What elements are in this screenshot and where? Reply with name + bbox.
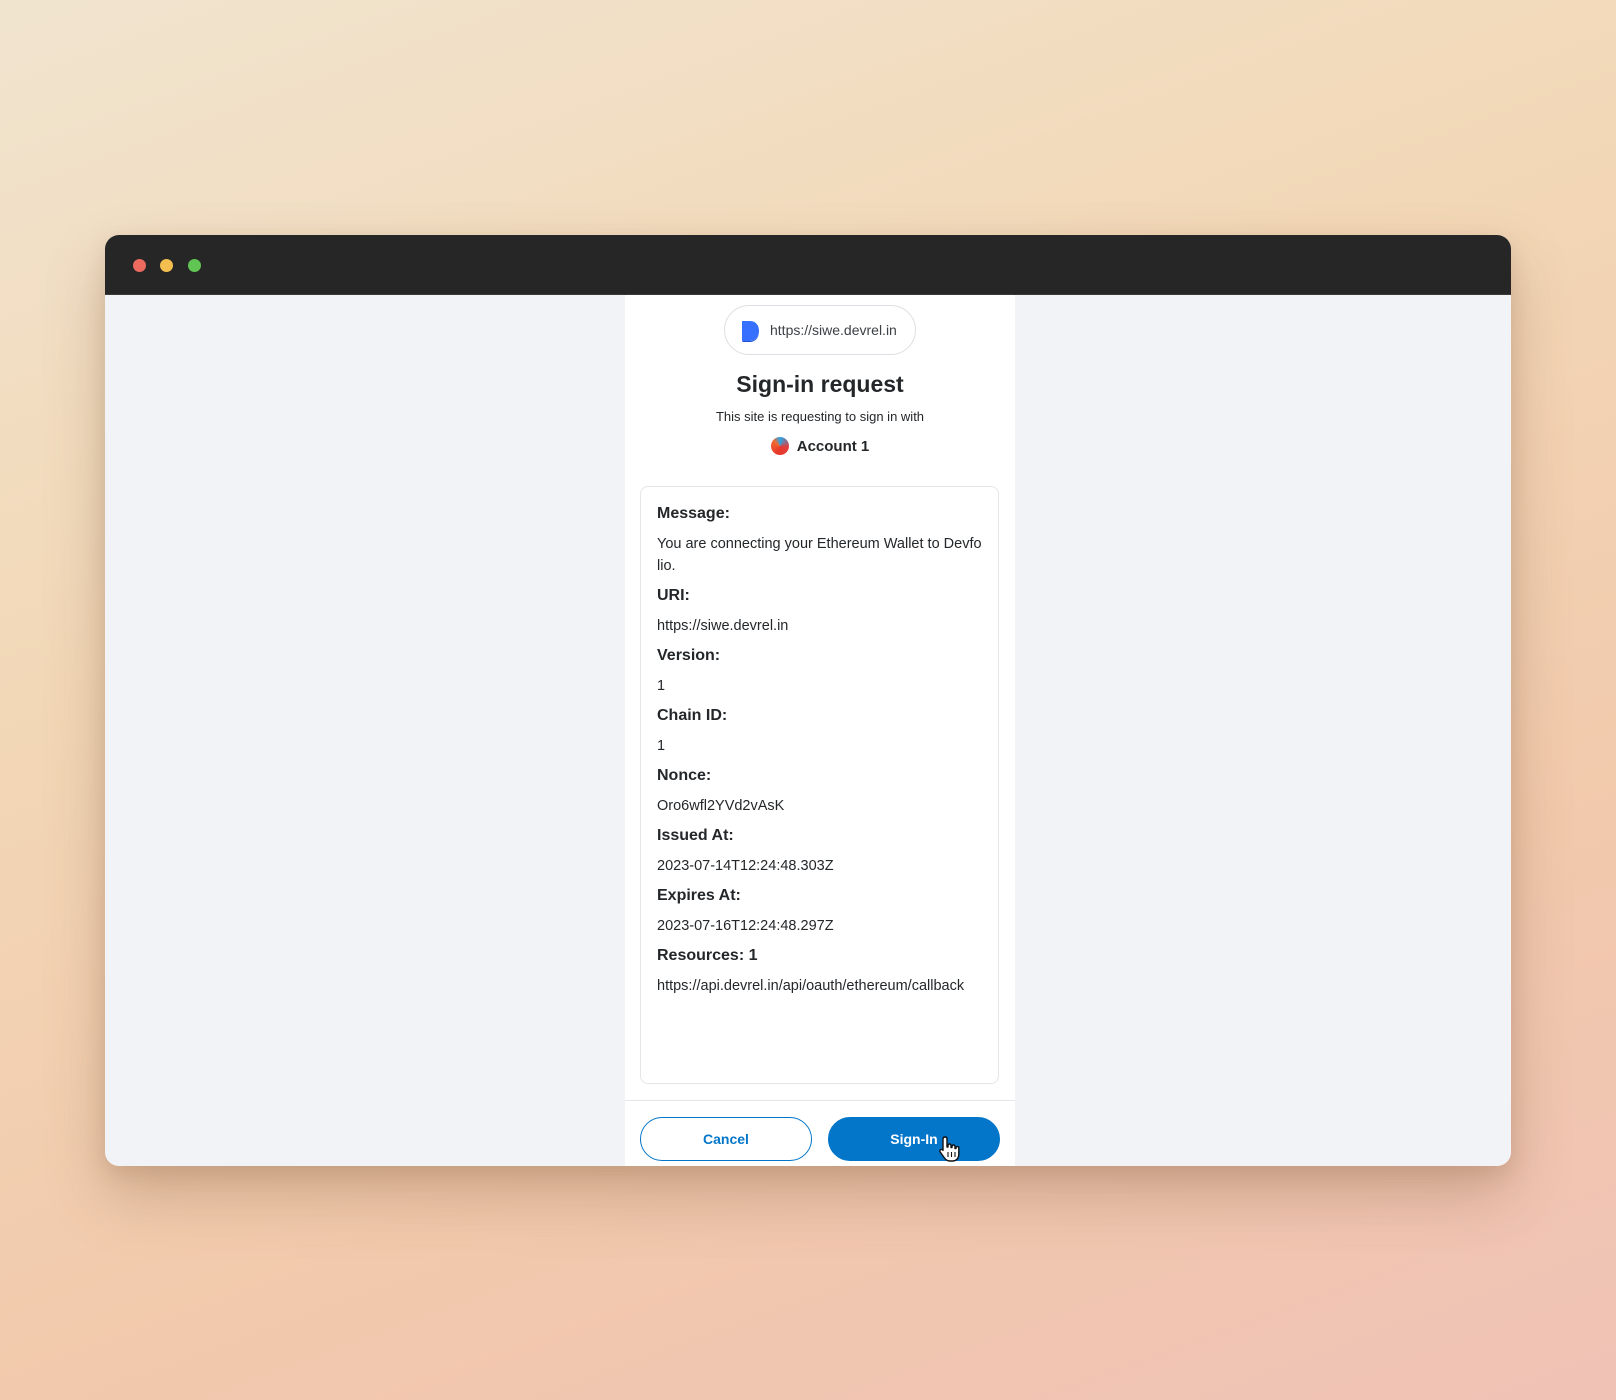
expires-at-label: Expires At: xyxy=(657,887,741,904)
maximize-window-button[interactable] xyxy=(188,259,201,272)
account-row: Account 1 xyxy=(625,434,1015,458)
uri-value: https://siwe.devrel.in xyxy=(657,618,789,634)
cancel-button[interactable]: Cancel xyxy=(640,1117,812,1161)
expires-at-value: 2023-07-16T12:24:48.297Z xyxy=(657,918,834,934)
window-titlebar xyxy=(105,235,1511,295)
footer-divider xyxy=(625,1100,1015,1101)
resources-label: Resources: 1 xyxy=(657,947,758,964)
page-title: Sign-in request xyxy=(736,371,904,397)
signin-request-popup: https://siwe.devrel.in Sign-in request T… xyxy=(625,295,1015,1166)
version-value: 1 xyxy=(657,678,666,694)
issued-at-label: Issued At: xyxy=(657,827,734,844)
page-content: https://siwe.devrel.in Sign-in request T… xyxy=(105,295,1511,1166)
nonce-value: Oro6wfl2YVd2vAsK xyxy=(657,798,785,814)
chain-id-value: 1 xyxy=(657,738,666,754)
account-avatar-icon xyxy=(770,437,789,455)
page-subtitle: This site is requesting to sign in with xyxy=(715,409,925,424)
origin-pill: https://siwe.devrel.in xyxy=(724,305,916,355)
origin-url: https://siwe.devrel.in xyxy=(770,322,897,338)
hand-pointer-cursor-icon xyxy=(939,1136,960,1162)
siwe-message-box: Message: You are connecting your Ethereu… xyxy=(640,486,999,1084)
uri-label: URI: xyxy=(657,587,690,604)
chain-id-label: Chain ID: xyxy=(657,707,728,724)
devfolio-logo-icon xyxy=(742,321,759,342)
issued-at-value: 2023-07-14T12:24:48.303Z xyxy=(657,858,834,874)
sign-in-button[interactable]: Sign-In xyxy=(828,1117,1000,1161)
browser-window: https://siwe.devrel.in Sign-in request T… xyxy=(105,235,1511,1166)
resources-value: https://api.devrel.in/api/oauth/ethereum… xyxy=(657,978,965,994)
minimize-window-button[interactable] xyxy=(160,259,173,272)
message-value: You are connecting your Ethereum Wallet … xyxy=(657,536,982,574)
message-label: Message: xyxy=(657,505,730,522)
close-window-button[interactable] xyxy=(133,259,146,272)
account-name: Account 1 xyxy=(796,437,870,455)
version-label: Version: xyxy=(657,647,721,664)
nonce-label: Nonce: xyxy=(657,767,712,784)
